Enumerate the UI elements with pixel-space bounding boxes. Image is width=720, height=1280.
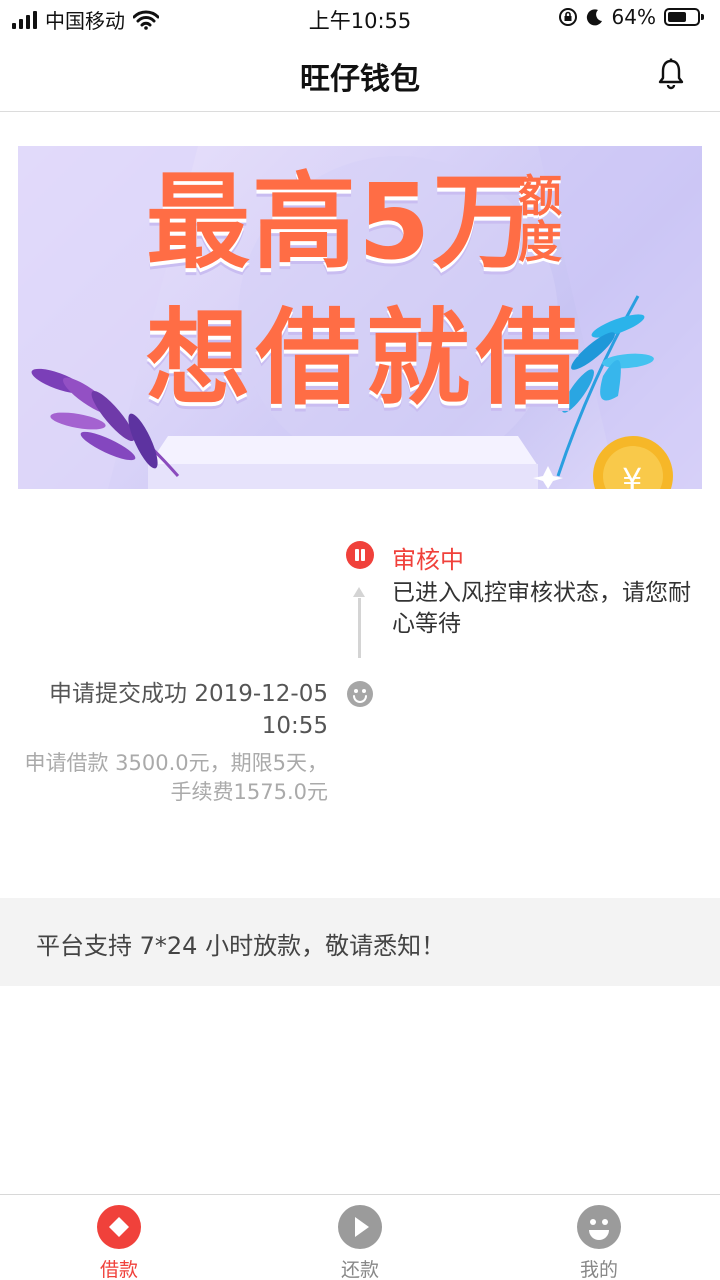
status-bar: 中国移动 上午10:55 64% [0, 0, 720, 36]
pause-icon [346, 541, 374, 569]
notice-text: 平台支持 7*24 小时放款，敬请悉知！ [36, 932, 446, 960]
status-bar-right: 64% [558, 5, 704, 29]
battery-level [668, 12, 686, 22]
loan-application-detail: 申请借款 3500.0元，期限5天，手续费1575.0元 [24, 751, 328, 804]
banner-side-text: 额度 [518, 171, 562, 269]
banner-headline: 最高5万 [146, 161, 539, 283]
banner-slogan: 想借就借 [146, 297, 587, 419]
tab-bar: 借款 还款 我的 [0, 1194, 720, 1280]
tab-borrow[interactable]: 借款 [59, 1205, 179, 1280]
face-icon [577, 1205, 621, 1249]
page-title: 旺仔钱包 [300, 62, 420, 97]
battery-icon [664, 8, 704, 26]
promo-banner[interactable]: ¥ 最高5万 额度 想借就借 [18, 146, 702, 489]
tab-repay-label: 还款 [340, 1259, 379, 1280]
tab-mine-label: 我的 [579, 1259, 618, 1280]
review-status-description: 已进入风控审核状态，请您耐心等待 [392, 580, 691, 637]
play-icon [338, 1205, 382, 1249]
rotation-lock-icon [558, 8, 577, 26]
timeline-arrow [353, 587, 365, 597]
tab-repay[interactable]: 还款 [300, 1205, 420, 1280]
battery-percent: 64% [611, 5, 656, 29]
diamond-icon [97, 1205, 141, 1249]
tab-mine[interactable]: 我的 [539, 1205, 659, 1280]
moon-icon [586, 9, 602, 26]
tab-borrow-label: 借款 [99, 1259, 138, 1280]
notice-bar: 平台支持 7*24 小时放款，敬请悉知！ [0, 898, 720, 986]
smile-icon [347, 681, 373, 707]
navigation-bar: 旺仔钱包 [0, 36, 720, 112]
timeline-connector [358, 598, 361, 658]
submit-success-title: 申请提交成功 2019-12-05 10:55 [49, 681, 328, 739]
bell-icon[interactable] [656, 58, 686, 90]
review-status-title: 审核中 [392, 546, 464, 574]
svg-text:¥: ¥ [622, 461, 642, 489]
